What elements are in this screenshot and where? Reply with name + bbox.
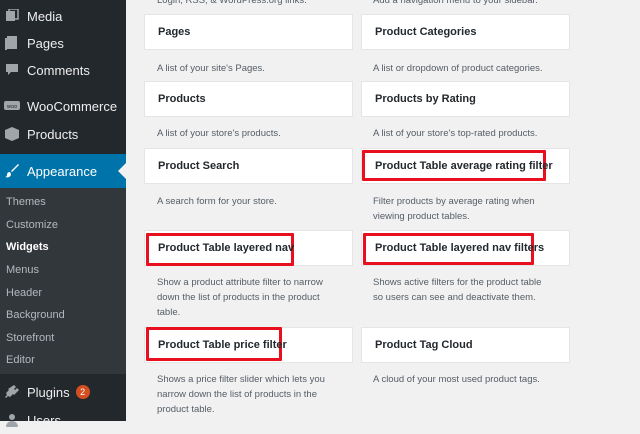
description-line: down the list of products in the product (157, 292, 320, 303)
widget-product-table-average-rating-filter[interactable]: Product Table average rating filter (361, 148, 570, 184)
submenu-background[interactable]: Background (6, 305, 65, 325)
widget-description: Login, RSS, & WordPress.org links. (157, 0, 307, 6)
widget-title: Product Categories (375, 26, 477, 38)
submenu-widgets[interactable]: Widgets (6, 237, 49, 257)
widget-pages[interactable]: Pages (144, 14, 353, 50)
widget-title: Product Tag Cloud (375, 339, 473, 351)
submenu-storefront[interactable]: Storefront (6, 328, 54, 348)
menu-label: Plugins (27, 384, 70, 400)
plugins-icon (4, 384, 20, 400)
widget-description: Show a product attribute filter to narro… (157, 275, 347, 320)
users-icon (4, 412, 20, 428)
description-line: Shows a price filter slider which lets y… (157, 374, 325, 385)
description-line: viewing product tables. (373, 211, 470, 222)
description-line: Show a product attribute filter to narro… (157, 277, 323, 288)
submenu-customize[interactable]: Customize (6, 215, 58, 235)
widget-description: Shows a price filter slider which lets y… (157, 372, 347, 417)
widget-title: Products (158, 93, 206, 105)
widget-description: A list of your site's Pages. (157, 63, 265, 74)
widget-title: Product Table average rating filter (375, 160, 553, 172)
widget-description: Shows active filters for the product tab… (373, 275, 563, 305)
description-line: table. (157, 307, 181, 318)
widget-title: Product Search (158, 160, 240, 172)
widget-product-table-price-filter[interactable]: Product Table price filter (144, 327, 353, 363)
widget-description: A list or dropdown of product categories… (373, 63, 543, 74)
menu-label: Comments (27, 62, 90, 78)
menu-label: Products (27, 126, 79, 142)
widget-product-table-layered-nav[interactable]: Product Table layered nav (144, 230, 353, 266)
widget-title: Product Table price filter (158, 339, 287, 351)
widget-products-by-rating[interactable]: Products by Rating (361, 81, 570, 117)
widget-description: Filter products by average rating when v… (373, 194, 563, 224)
products-icon (4, 126, 20, 142)
submenu-header[interactable]: Header (6, 283, 42, 303)
widget-title: Product Table layered nav filters (375, 242, 545, 254)
appearance-icon (4, 163, 20, 179)
update-count-badge: 2 (75, 385, 90, 399)
menu-item-products[interactable]: Products (0, 120, 126, 148)
widget-title: Product Table layered nav (158, 242, 295, 254)
widget-description: A list of your store's top-rated product… (373, 128, 538, 139)
menu-label: Users (27, 412, 61, 428)
description-line: product table. (157, 404, 215, 415)
widget-title: Products by Rating (375, 93, 476, 105)
widget-description: A search form for your store. (157, 196, 277, 207)
widget-description: Add a navigation menu to your sidebar. (373, 0, 538, 6)
menu-item-woocommerce[interactable]: woo WooCommerce (0, 92, 126, 120)
widget-product-tag-cloud[interactable]: Product Tag Cloud (361, 327, 570, 363)
menu-label: WooCommerce (27, 98, 118, 114)
description-line: narrow down the list of products in the (157, 389, 318, 400)
menu-label: Media (27, 8, 63, 24)
widget-product-table-layered-nav-filters[interactable]: Product Table layered nav filters (361, 230, 570, 266)
pages-icon (4, 35, 20, 51)
submenu-themes[interactable]: Themes (6, 192, 46, 212)
menu-item-pages[interactable]: Pages (0, 29, 126, 57)
widget-product-search[interactable]: Product Search (144, 148, 353, 184)
svg-text:woo: woo (7, 104, 17, 110)
widget-product-categories[interactable]: Product Categories (361, 14, 570, 50)
appearance-submenu: Themes Customize Widgets Menus Header Ba… (0, 188, 126, 374)
description-line: Filter products by average rating when (373, 196, 535, 207)
media-icon (4, 8, 20, 24)
menu-item-media[interactable]: Media (0, 2, 126, 30)
submenu-menus[interactable]: Menus (6, 260, 39, 280)
widget-description: A cloud of your most used product tags. (373, 374, 540, 385)
description-line: so users can see and deactivate them. (373, 292, 536, 303)
woocommerce-icon: woo (4, 98, 20, 114)
menu-item-comments[interactable]: Comments (0, 56, 126, 84)
admin-sidebar: Media Pages Comments woo WooCommerce Pro… (0, 0, 126, 428)
menu-item-plugins[interactable]: Plugins 2 (0, 378, 126, 406)
widget-title: Pages (158, 26, 191, 38)
menu-item-users[interactable]: Users (0, 406, 126, 434)
menu-label: Pages (27, 35, 64, 51)
menu-item-appearance[interactable]: Appearance (0, 154, 126, 188)
submenu-editor[interactable]: Editor (6, 350, 35, 370)
menu-label: Appearance (27, 163, 98, 179)
description-line: Shows active filters for the product tab… (373, 277, 542, 288)
widget-description: A list of your store's products. (157, 128, 281, 139)
widget-products[interactable]: Products (144, 81, 353, 117)
comments-icon (4, 62, 20, 78)
